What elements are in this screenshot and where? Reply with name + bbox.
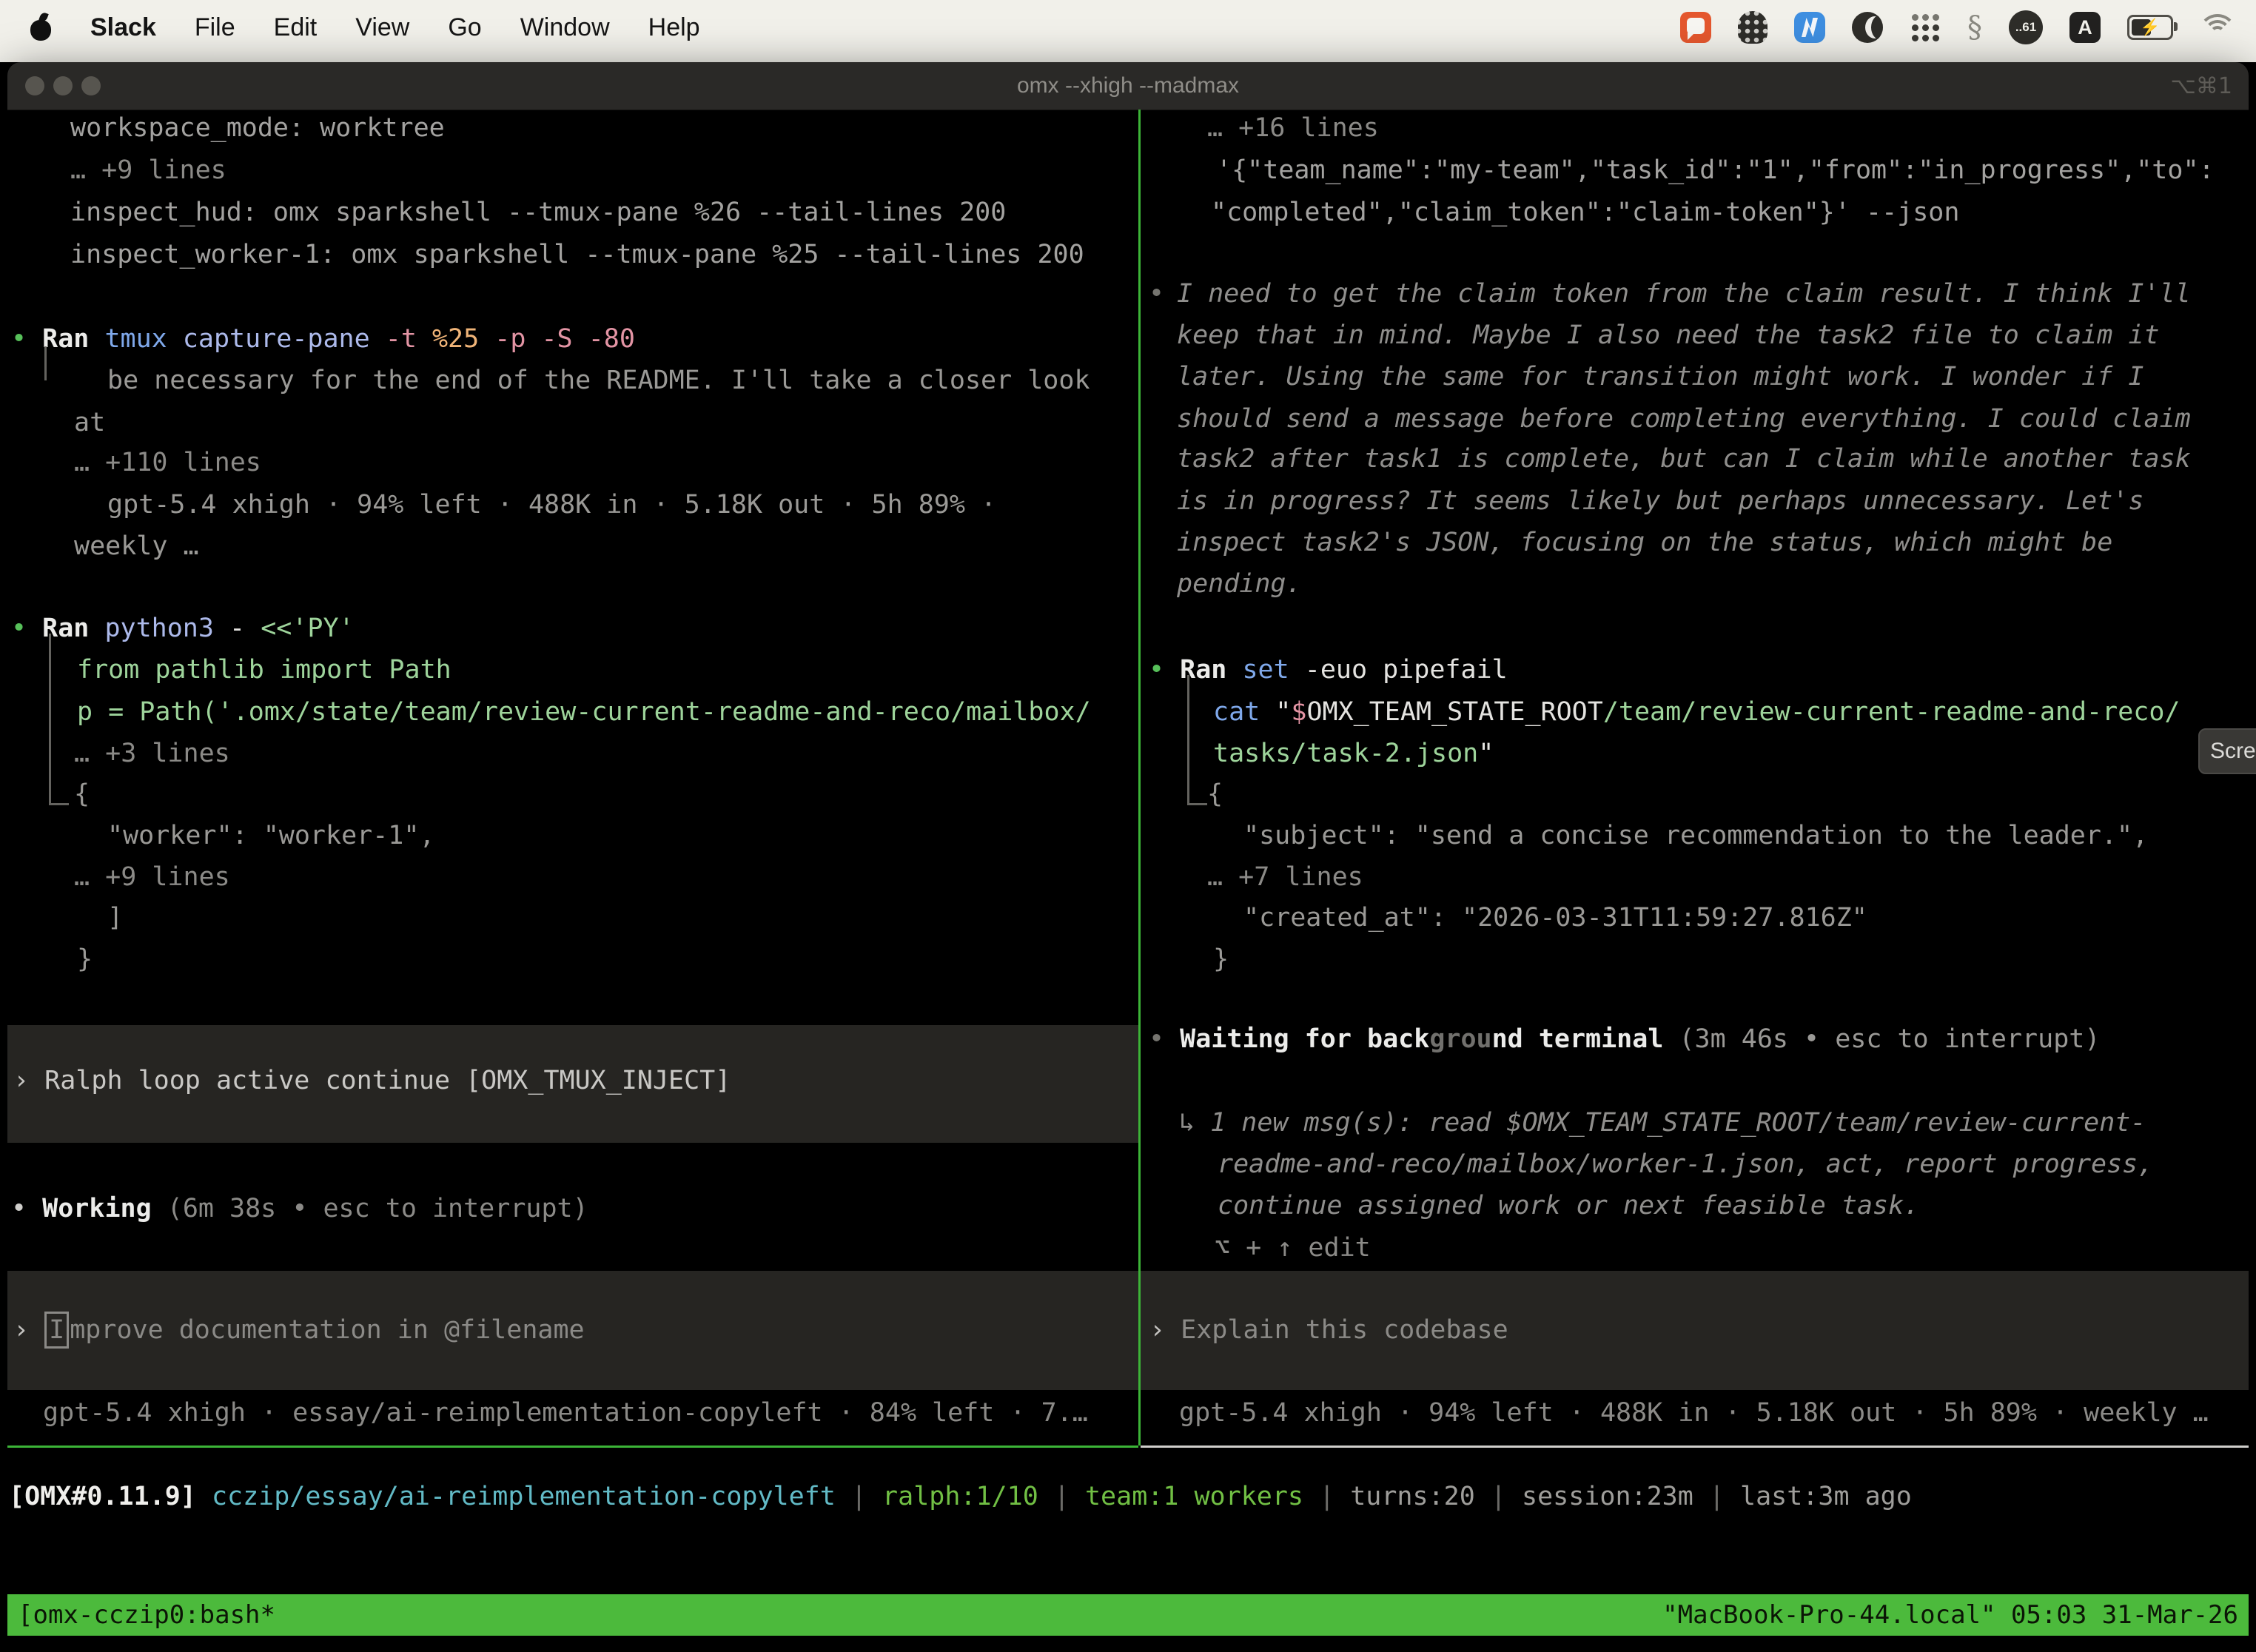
shield-app-icon[interactable] [1738,11,1767,44]
ran-bullet-icon: • [1149,655,1164,685]
input-source-icon[interactable]: A [2069,12,2101,43]
right-pane-bottom-border [1141,1446,2249,1448]
mailbox-message-line: readme-and-reco/mailbox/worker-1.json, a… [1218,1144,2153,1186]
menu-item-file[interactable]: File [195,13,235,42]
window-title: omx --xhigh --madmax [7,62,2249,110]
json-output-line: } [77,939,93,981]
tmux-host-clock: "MacBook-Pro-44.local" 05:03 31-Mar-26 [1662,1600,2238,1630]
screen-tooltip: Scre [2198,728,2256,774]
json-output-line: "subject": "send a concise recommendatio… [1243,815,2148,857]
menu-item-edit[interactable]: Edit [274,13,318,42]
thinking-line: I need to get the claim token from the c… [1177,273,2191,315]
menu-status-icons: § ..61 A ⚡ [1680,10,2235,44]
right-session-status: gpt-5.4 xhigh · 94% left · 488K in · 5.1… [1179,1392,2209,1434]
menu-bar: Slack File Edit View Go Window Help § ..… [0,0,2256,62]
command-output-line: be necessary for the end of the README. … [107,360,1090,402]
mailbox-message-line: continue assigned work or next feasible … [1218,1185,1919,1227]
collapsed-lines-indicator[interactable]: … +9 lines [74,856,230,899]
ran-bullet-icon: • [11,324,27,354]
prompt-chevron-icon: › [13,1315,44,1345]
pane-divider[interactable] [1138,110,1141,1446]
thinking-line: inspect task2's JSON, focusing on the st… [1177,522,2112,564]
thinking-line: should send a message before completing … [1177,398,2191,440]
squiggle-app-icon[interactable]: § [1967,10,1982,44]
menu-item-window[interactable]: Window [520,13,610,42]
right-input-text[interactable]: › Explain this codebase [1149,1309,1508,1352]
thinking-line: is in progress? It seems likely but perh… [1177,480,2143,523]
prompt-chevron-icon: › [1149,1315,1181,1345]
json-output-line: ] [107,897,123,939]
code-block-connector-line [49,634,69,805]
thinking-bullet-icon: • [1149,273,1164,315]
window-shortcut-hint: ⌥⌘1 [2170,62,2232,110]
menu-left: Slack File Edit View Go Window Help [30,13,700,42]
tmux-session-window[interactable]: [omx-cczip0:bash* [18,1600,275,1630]
mailbox-message-line: ↳ 1 new msg(s): read $OMX_TEAM_STATE_ROO… [1179,1102,2146,1144]
collapsed-lines-indicator[interactable]: … +16 lines [1207,107,1379,150]
blue-app-icon[interactable] [1794,12,1825,43]
command-output-line: at [74,402,105,444]
cat-command-line-2: tasks/task-2.json" [1213,733,1494,775]
command-tail-line: '{"team_name":"my-team","task_id":"1","f… [1216,150,2215,192]
ran-tmux-command-line: • Ran tmux capture-pane -t %25 -p -S -80 [11,318,635,360]
menu-item-help[interactable]: Help [648,13,700,42]
moon-app-icon[interactable] [1852,12,1883,43]
chat-app-icon[interactable] [1680,12,1711,43]
thinking-line: pending. [1177,563,1302,605]
code-line: from pathlib import Path [77,649,451,691]
battery-icon[interactable]: ⚡ [2127,15,2173,40]
prompt-chevron-icon: › [13,1066,44,1095]
collapsed-lines-indicator[interactable]: … +7 lines [1207,856,1363,899]
log-line: inspect_hud: omx sparkshell --tmux-pane … [70,192,1006,234]
thinking-line: keep that in mind. Maybe I also need the… [1177,315,2160,357]
collapsed-lines-indicator[interactable]: … +9 lines [70,150,226,192]
thinking-line: later. Using the same for transition mig… [1177,356,2143,398]
log-line: inspect_worker-1: omx sparkshell --tmux-… [70,234,1084,276]
cat-command-line: cat "$OMX_TEAM_STATE_ROOT/team/review-cu… [1213,691,2180,733]
command-tail-line: "completed","claim_token":"claim-token"}… [1211,192,1959,234]
command-output-line: weekly … [74,526,199,568]
code-line: p = Path('.omx/state/team/review-current… [77,691,1091,733]
wifi-icon[interactable] [2200,14,2235,41]
grid-menu-icon[interactable] [1910,12,1941,43]
apple-menu-icon[interactable] [30,14,52,41]
screen: Slack File Edit View Go Window Help § ..… [0,0,2256,1652]
window-title-bar[interactable]: omx --xhigh --madmax ⌥⌘1 [7,62,2249,110]
text-cursor: I [44,1312,69,1349]
ralph-loop-text: › Ralph loop active continue [OMX_TMUX_I… [13,1060,731,1102]
collapsed-lines-indicator[interactable]: … +3 lines [74,733,230,775]
omx-hud-line: [OMX#0.11.9] cczip/essay/ai-reimplementa… [9,1476,1912,1518]
left-session-status: gpt-5.4 xhigh · essay/ai-reimplementatio… [43,1392,1088,1434]
working-bullet-icon: • [11,1194,42,1223]
thinking-line: task2 after task1 is complete, but can I… [1177,438,2191,480]
charging-bolt-icon: ⚡ [2140,18,2160,37]
collapsed-lines-indicator[interactable]: … +110 lines [74,442,261,484]
edit-shortcut-hint: ⌥ + ↑ edit [1215,1227,1371,1269]
menu-item-view[interactable]: View [355,13,409,42]
tmux-status-bar: [omx-cczip0:bash* "MacBook-Pro-44.local"… [7,1594,2249,1636]
menu-item-go[interactable]: Go [448,13,481,42]
output-connector-line [44,346,60,380]
ran-bullet-icon: • [11,614,27,643]
left-input-text[interactable]: › Improve documentation in @filename [13,1309,585,1352]
json-output-line: } [1213,939,1229,981]
log-line: workspace_mode: worktree [70,107,445,150]
menu-app-name[interactable]: Slack [90,13,156,42]
waiting-status-line: • Waiting for background terminal (3m 46… [1149,1018,2100,1061]
json-output-line: { [74,773,90,816]
json-output-line: { [1207,773,1223,816]
json-output-line: "created_at": "2026-03-31T11:59:27.816Z" [1243,897,1867,939]
left-pane-bottom-border [7,1446,1138,1448]
json-output-line: "worker": "worker-1", [107,815,435,857]
waiting-bullet-icon: • [1149,1024,1180,1054]
command-output-line: gpt-5.4 xhigh · 94% left · 488K in · 5.1… [107,484,996,526]
working-status-line: • Working (6m 38s • esc to interrupt) [11,1188,588,1230]
code-block-connector-line [1187,675,1207,805]
gauge-badge-icon[interactable]: ..61 [2009,10,2043,44]
